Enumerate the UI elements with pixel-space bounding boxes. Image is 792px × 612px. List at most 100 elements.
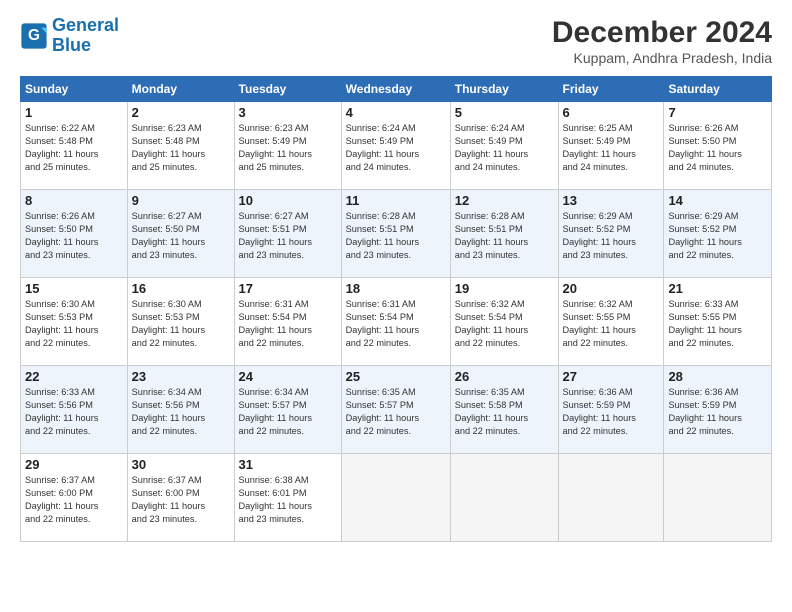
- day-info: Sunrise: 6:32 AM Sunset: 5:54 PM Dayligh…: [455, 298, 554, 350]
- day-info: Sunrise: 6:34 AM Sunset: 5:57 PM Dayligh…: [239, 386, 337, 438]
- table-cell: 7 Sunrise: 6:26 AM Sunset: 5:50 PM Daylig…: [664, 102, 772, 190]
- day-number: 16: [132, 281, 230, 296]
- table-cell: 5Sunrise: 6:24 AM Sunset: 5:49 PM Daylig…: [450, 102, 558, 190]
- calendar: Sunday Monday Tuesday Wednesday Thursday…: [20, 76, 772, 542]
- day-number: 18: [346, 281, 446, 296]
- table-cell: 23Sunrise: 6:34 AM Sunset: 5:56 PM Dayli…: [127, 366, 234, 454]
- day-number: 24: [239, 369, 337, 384]
- day-info: Sunrise: 6:25 AM Sunset: 5:49 PM Dayligh…: [563, 122, 660, 174]
- day-info: Sunrise: 6:30 AM Sunset: 5:53 PM Dayligh…: [25, 298, 123, 350]
- day-number: 14: [668, 193, 767, 208]
- table-cell: 10 Sunrise: 6:27 AM Sunset: 5:51 PM Dayli…: [234, 190, 341, 278]
- table-cell: 4 Sunrise: 6:24 AM Sunset: 5:49 PM Daylig…: [341, 102, 450, 190]
- day-number: 30: [132, 457, 230, 472]
- main-title: December 2024: [552, 16, 772, 50]
- day-info: Sunrise: 6:35 AM Sunset: 5:58 PM Dayligh…: [455, 386, 554, 438]
- day-number: 29: [25, 457, 123, 472]
- logo-line1: General: [52, 15, 119, 35]
- table-cell: 19 Sunrise: 6:32 AM Sunset: 5:54 PM Dayli…: [450, 278, 558, 366]
- day-number: 19: [455, 281, 554, 296]
- table-cell: 3Sunrise: 6:23 AM Sunset: 5:49 PM Daylig…: [234, 102, 341, 190]
- table-cell: 9 Sunrise: 6:27 AM Sunset: 5:50 PM Daylig…: [127, 190, 234, 278]
- col-wednesday: Wednesday: [341, 77, 450, 102]
- col-thursday: Thursday: [450, 77, 558, 102]
- day-info: Sunrise: 6:37 AM Sunset: 6:00 PM Dayligh…: [25, 474, 123, 526]
- day-number: 7: [668, 105, 767, 120]
- day-number: 5: [455, 105, 554, 120]
- day-info: Sunrise: 6:23 AM Sunset: 5:49 PM Dayligh…: [239, 122, 337, 174]
- table-cell: 31 Sunrise: 6:38 AM Sunset: 6:01 PM Dayli…: [234, 454, 341, 542]
- day-info: Sunrise: 6:30 AM Sunset: 5:53 PM Dayligh…: [132, 298, 230, 350]
- day-number: 25: [346, 369, 446, 384]
- table-cell: 25 Sunrise: 6:35 AM Sunset: 5:57 PM Dayli…: [341, 366, 450, 454]
- day-number: 8: [25, 193, 123, 208]
- svg-text:G: G: [28, 27, 40, 44]
- day-number: 15: [25, 281, 123, 296]
- table-cell: 11 Sunrise: 6:28 AM Sunset: 5:51 PM Dayli…: [341, 190, 450, 278]
- table-cell: 29 Sunrise: 6:37 AM Sunset: 6:00 PM Dayli…: [21, 454, 128, 542]
- col-friday: Friday: [558, 77, 664, 102]
- week-row-5: 29 Sunrise: 6:37 AM Sunset: 6:00 PM Dayli…: [21, 454, 772, 542]
- table-cell: [664, 454, 772, 542]
- col-monday: Monday: [127, 77, 234, 102]
- day-number: 1: [25, 105, 123, 120]
- table-cell: 16 Sunrise: 6:30 AM Sunset: 5:53 PM Dayli…: [127, 278, 234, 366]
- day-info: Sunrise: 6:29 AM Sunset: 5:52 PM Dayligh…: [668, 210, 767, 262]
- day-number: 13: [563, 193, 660, 208]
- day-number: 22: [25, 369, 123, 384]
- day-number: 26: [455, 369, 554, 384]
- day-info: Sunrise: 6:36 AM Sunset: 5:59 PM Dayligh…: [563, 386, 660, 438]
- day-number: 12: [455, 193, 554, 208]
- day-info: Sunrise: 6:27 AM Sunset: 5:50 PM Dayligh…: [132, 210, 230, 262]
- table-cell: 14 Sunrise: 6:29 AM Sunset: 5:52 PM Dayli…: [664, 190, 772, 278]
- day-info: Sunrise: 6:23 AM Sunset: 5:48 PM Dayligh…: [132, 122, 230, 174]
- day-info: Sunrise: 6:37 AM Sunset: 6:00 PM Dayligh…: [132, 474, 230, 526]
- table-cell: [341, 454, 450, 542]
- day-info: Sunrise: 6:28 AM Sunset: 5:51 PM Dayligh…: [455, 210, 554, 262]
- day-number: 21: [668, 281, 767, 296]
- day-info: Sunrise: 6:31 AM Sunset: 5:54 PM Dayligh…: [346, 298, 446, 350]
- day-info: Sunrise: 6:33 AM Sunset: 5:56 PM Dayligh…: [25, 386, 123, 438]
- week-row-1: 1Sunrise: 6:22 AM Sunset: 5:48 PM Daylig…: [21, 102, 772, 190]
- day-number: 11: [346, 193, 446, 208]
- day-info: Sunrise: 6:24 AM Sunset: 5:49 PM Dayligh…: [346, 122, 446, 174]
- day-info: Sunrise: 6:38 AM Sunset: 6:01 PM Dayligh…: [239, 474, 337, 526]
- table-cell: 1Sunrise: 6:22 AM Sunset: 5:48 PM Daylig…: [21, 102, 128, 190]
- day-info: Sunrise: 6:35 AM Sunset: 5:57 PM Dayligh…: [346, 386, 446, 438]
- week-row-3: 15 Sunrise: 6:30 AM Sunset: 5:53 PM Dayli…: [21, 278, 772, 366]
- week-row-4: 22 Sunrise: 6:33 AM Sunset: 5:56 PM Dayli…: [21, 366, 772, 454]
- table-cell: 21 Sunrise: 6:33 AM Sunset: 5:55 PM Dayli…: [664, 278, 772, 366]
- table-cell: 6 Sunrise: 6:25 AM Sunset: 5:49 PM Daylig…: [558, 102, 664, 190]
- day-info: Sunrise: 6:33 AM Sunset: 5:55 PM Dayligh…: [668, 298, 767, 350]
- col-tuesday: Tuesday: [234, 77, 341, 102]
- col-saturday: Saturday: [664, 77, 772, 102]
- day-number: 2: [132, 105, 230, 120]
- table-cell: 8Sunrise: 6:26 AM Sunset: 5:50 PM Daylig…: [21, 190, 128, 278]
- day-info: Sunrise: 6:32 AM Sunset: 5:55 PM Dayligh…: [563, 298, 660, 350]
- table-cell: 30 Sunrise: 6:37 AM Sunset: 6:00 PM Dayli…: [127, 454, 234, 542]
- subtitle: Kuppam, Andhra Pradesh, India: [552, 50, 772, 66]
- table-cell: 22 Sunrise: 6:33 AM Sunset: 5:56 PM Dayli…: [21, 366, 128, 454]
- day-info: Sunrise: 6:26 AM Sunset: 5:50 PM Dayligh…: [668, 122, 767, 174]
- day-info: Sunrise: 6:27 AM Sunset: 5:51 PM Dayligh…: [239, 210, 337, 262]
- table-cell: 2 Sunrise: 6:23 AM Sunset: 5:48 PM Daylig…: [127, 102, 234, 190]
- day-number: 6: [563, 105, 660, 120]
- day-number: 23: [132, 369, 230, 384]
- table-cell: 17Sunrise: 6:31 AM Sunset: 5:54 PM Dayli…: [234, 278, 341, 366]
- day-number: 10: [239, 193, 337, 208]
- week-row-2: 8Sunrise: 6:26 AM Sunset: 5:50 PM Daylig…: [21, 190, 772, 278]
- day-number: 4: [346, 105, 446, 120]
- day-number: 27: [563, 369, 660, 384]
- table-cell: 12 Sunrise: 6:28 AM Sunset: 5:51 PM Dayli…: [450, 190, 558, 278]
- table-cell: 28Sunrise: 6:36 AM Sunset: 5:59 PM Dayli…: [664, 366, 772, 454]
- table-cell: [450, 454, 558, 542]
- logo-icon: G: [20, 22, 48, 50]
- table-cell: 27 Sunrise: 6:36 AM Sunset: 5:59 PM Dayli…: [558, 366, 664, 454]
- table-cell: 20Sunrise: 6:32 AM Sunset: 5:55 PM Dayli…: [558, 278, 664, 366]
- day-number: 9: [132, 193, 230, 208]
- day-number: 31: [239, 457, 337, 472]
- day-info: Sunrise: 6:28 AM Sunset: 5:51 PM Dayligh…: [346, 210, 446, 262]
- day-number: 28: [668, 369, 767, 384]
- table-cell: [558, 454, 664, 542]
- page: G General Blue December 2024 Kuppam, And…: [0, 0, 792, 612]
